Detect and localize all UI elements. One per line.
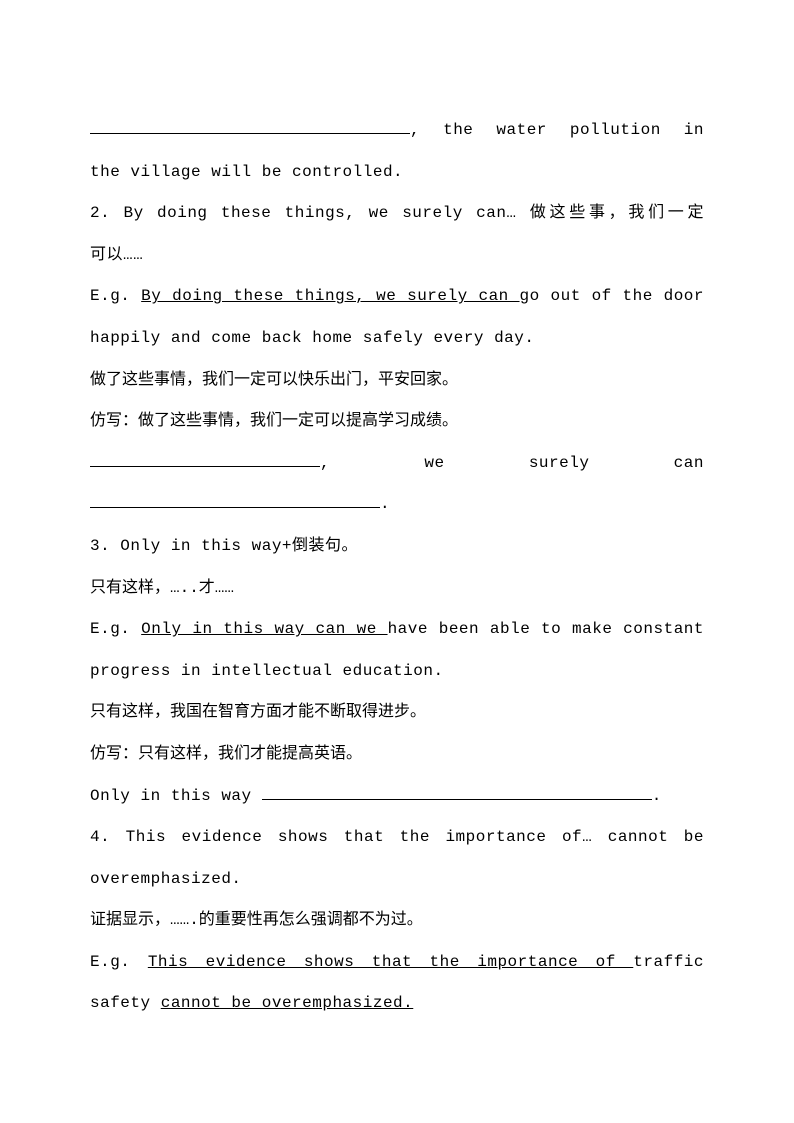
text: 2. By doing these things, we surely can…… [90,204,704,222]
fill-blank [90,466,320,467]
underlined-text: By doing these things, we surely can [141,287,519,305]
text: . [380,495,390,513]
text: have been able to make constant [388,620,704,638]
underlined-text: Only in this way can we [141,620,387,638]
paragraph-line: , we surely can [90,443,704,485]
text: , the water pollution in [410,121,704,139]
text: Only in this way [90,787,262,805]
underlined-text: cannot be overemphasized. [161,994,414,1012]
paragraph-line: 做了这些事情，我们一定可以快乐出门，平安回家。 [90,360,704,402]
text: , [320,454,330,472]
text: we [424,454,444,472]
paragraph-line: 3. Only in this way+倒装句。 [90,526,704,568]
paragraph-line: E.g. This evidence shows that the import… [90,942,704,984]
fill-blank [90,507,380,508]
paragraph-line: 仿写：只有这样，我们才能提高英语。 [90,734,704,776]
fill-blank [90,133,410,134]
paragraph-line: safety cannot be overemphasized. [90,983,704,1025]
paragraph-line: 只有这样，我国在智育方面才能不断取得进步。 [90,692,704,734]
paragraph-line: 可以…… [90,235,704,277]
paragraph-line: progress in intellectual education. [90,651,704,693]
text: E.g. [90,620,141,638]
paragraph-line: Only in this way . [90,776,704,818]
paragraph-line: E.g. Only in this way can we have been a… [90,609,704,651]
paragraph-line: overemphasized. [90,859,704,901]
text: E.g. [90,287,141,305]
document-body: , the water pollution in the village wil… [90,110,704,1025]
underlined-text: This evidence shows that the importance … [148,953,633,971]
text: traffic [633,953,704,971]
paragraph-line: E.g. By doing these things, we surely ca… [90,276,704,318]
paragraph-line: 2. By doing these things, we surely can…… [90,193,704,235]
fill-blank [262,799,652,800]
text: surely [529,454,590,472]
text: 4. This evidence shows that the importan… [90,828,704,846]
paragraph-line: 仿写：做了这些事情，我们一定可以提高学习成绩。 [90,401,704,443]
paragraph-line: 证据显示，…….的重要性再怎么强调都不为过。 [90,900,704,942]
text: can [674,454,704,472]
paragraph-line: the village will be controlled. [90,152,704,194]
paragraph-line: 4. This evidence shows that the importan… [90,817,704,859]
paragraph-line: happily and come back home safely every … [90,318,704,360]
text: E.g. [90,953,148,971]
paragraph-line: 只有这样，…..才…… [90,568,704,610]
text: go out of the door [520,287,704,305]
text: safety [90,994,161,1012]
paragraph-line: , the water pollution in [90,110,704,152]
text: . [652,787,662,805]
paragraph-line: . [90,484,704,526]
